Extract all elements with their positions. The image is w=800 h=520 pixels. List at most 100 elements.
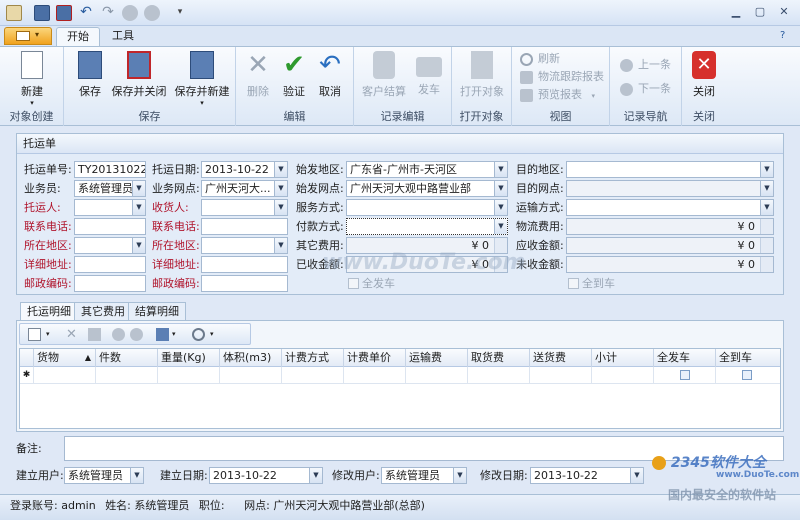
save-button[interactable]: 保存: [74, 51, 106, 99]
chevron-down-icon[interactable]: ▼: [130, 468, 143, 483]
delete-icon[interactable]: ✕: [66, 328, 79, 341]
grid-cell[interactable]: [344, 367, 406, 384]
help-icon[interactable]: ?: [780, 30, 785, 41]
column-header[interactable]: 重量(Kg): [158, 349, 220, 367]
receivable-field[interactable]: ¥ 0: [566, 237, 774, 254]
tab-settlement-detail[interactable]: 结算明细: [128, 302, 186, 320]
save-icon[interactable]: [156, 328, 169, 341]
chevron-down-icon[interactable]: ▼: [760, 162, 773, 177]
column-header[interactable]: 计费单价: [344, 349, 406, 367]
chevron-down-icon[interactable]: ▾: [46, 328, 59, 341]
tab-home[interactable]: 开始: [56, 27, 100, 46]
grid-cell[interactable]: [282, 367, 344, 384]
track-report-button[interactable]: 物流跟踪报表: [520, 69, 604, 85]
customize-qa-icon[interactable]: ▾: [172, 5, 188, 21]
column-header[interactable]: 体积(m3): [220, 349, 282, 367]
new-button[interactable]: 新建 ▾: [14, 51, 50, 107]
created-by-select[interactable]: 系统管理员 ▼: [64, 467, 144, 484]
spin-icon[interactable]: [760, 219, 773, 234]
up-icon[interactable]: [122, 5, 138, 21]
prev-button[interactable]: 上一条: [620, 57, 671, 73]
chevron-down-icon[interactable]: ▼: [274, 162, 287, 177]
all-shipped-row-checkbox[interactable]: [680, 370, 690, 380]
save-new-button[interactable]: 保存并新建 ▾: [172, 51, 232, 107]
next-button[interactable]: 下一条: [620, 81, 671, 97]
new-row-icon[interactable]: [28, 328, 41, 341]
cancel-button[interactable]: ↶ 取消: [314, 51, 346, 99]
column-header[interactable]: 取货费: [468, 349, 530, 367]
transport-mode-select[interactable]: ▼: [566, 199, 774, 216]
spin-icon[interactable]: [760, 238, 773, 253]
created-date-select[interactable]: 2013-10-22 ▼: [209, 467, 323, 484]
dest-region-select[interactable]: ▼: [566, 161, 774, 178]
all-arrived-row-checkbox[interactable]: [742, 370, 752, 380]
all-arrived-checkbox[interactable]: 全到车: [568, 277, 615, 291]
chevron-down-icon[interactable]: ▼: [760, 181, 773, 196]
ship-button[interactable]: 发车: [412, 51, 446, 97]
save-icon[interactable]: [34, 5, 50, 21]
chevron-down-icon[interactable]: ▼: [453, 468, 466, 483]
ship-region-select[interactable]: 广东省-广州市-天河区 ▼: [346, 161, 508, 178]
chevron-down-icon[interactable]: ▼: [274, 238, 287, 253]
consignee-phone-field[interactable]: [201, 218, 288, 235]
logistics-fee-field[interactable]: ¥ 0: [566, 218, 774, 235]
column-header[interactable]: 全发车: [654, 349, 716, 367]
ship-point-select[interactable]: 广州天河大观中路营业部 ▼: [346, 180, 508, 197]
chevron-down-icon[interactable]: ▾: [172, 328, 185, 341]
app-menu-button[interactable]: ▾: [4, 27, 52, 45]
column-header[interactable]: 全到车: [716, 349, 780, 367]
customer-settle-button[interactable]: 客户结算: [360, 51, 408, 99]
column-header[interactable]: 件数: [96, 349, 158, 367]
sales-point-select[interactable]: 广州天河大... ▼: [201, 180, 288, 197]
order-date-select[interactable]: 2013-10-22 ▼: [201, 161, 288, 178]
dest-point-select[interactable]: ▼: [566, 180, 774, 197]
grid-cell[interactable]: [592, 367, 654, 384]
chevron-down-icon[interactable]: ▼: [494, 162, 507, 177]
open-object-button[interactable]: 打开对象: [458, 51, 506, 99]
shipper-zip-field[interactable]: [74, 275, 146, 292]
column-header[interactable]: 计费方式: [282, 349, 344, 367]
refresh-button[interactable]: 刷新: [520, 51, 560, 67]
delete-button[interactable]: ✕ 删除: [242, 51, 274, 99]
modified-by-select[interactable]: 系统管理员 ▼: [381, 467, 467, 484]
grid-cell[interactable]: [654, 367, 716, 384]
grid-cell[interactable]: [716, 367, 780, 384]
undo-icon[interactable]: ↶: [78, 5, 94, 21]
chevron-down-icon[interactable]: ▼: [132, 181, 145, 196]
chevron-down-icon[interactable]: ▼: [630, 468, 643, 483]
restore-icon[interactable]: ▢: [750, 4, 770, 20]
grid-cell[interactable]: [158, 367, 220, 384]
tab-waybill-detail[interactable]: 托运明细: [20, 302, 78, 321]
column-header[interactable]: 小计: [592, 349, 654, 367]
consignee-zip-field[interactable]: [201, 275, 288, 292]
close-icon[interactable]: ✕: [774, 4, 794, 20]
modified-date-select[interactable]: 2013-10-22 ▼: [530, 467, 644, 484]
chevron-down-icon[interactable]: ▼: [760, 200, 773, 215]
tab-other-fees[interactable]: 其它费用: [74, 302, 132, 320]
chevron-down-icon[interactable]: ▼: [132, 238, 145, 253]
table-row[interactable]: ✱: [20, 367, 780, 384]
copy-icon[interactable]: [88, 328, 101, 341]
all-shipped-checkbox[interactable]: 全发车: [348, 277, 395, 291]
validate-button[interactable]: ✔ 验证: [278, 51, 310, 99]
chevron-down-icon[interactable]: ▼: [494, 181, 507, 196]
chevron-down-icon[interactable]: ▼: [274, 200, 287, 215]
tab-tools[interactable]: 工具: [102, 27, 144, 46]
column-header[interactable]: 运输费: [406, 349, 468, 367]
save-close-button[interactable]: 保存并关闭: [110, 51, 168, 99]
consignee-select[interactable]: ▼: [201, 199, 288, 216]
chevron-down-icon[interactable]: ▾: [210, 328, 223, 341]
save-close-icon[interactable]: [56, 5, 72, 21]
minimize-icon[interactable]: ▁: [726, 4, 746, 20]
down-icon[interactable]: [130, 328, 143, 341]
column-header[interactable]: 送货费: [530, 349, 592, 367]
order-no-field[interactable]: TY201310220: [74, 161, 146, 178]
chevron-down-icon[interactable]: ▼: [132, 200, 145, 215]
grid-cell[interactable]: [96, 367, 158, 384]
consignee-region-select[interactable]: ▼: [201, 237, 288, 254]
close-button[interactable]: ✕ 关闭: [688, 51, 720, 99]
unreceived-field[interactable]: ¥ 0: [566, 256, 774, 273]
pay-mode-select[interactable]: ▼: [346, 218, 508, 235]
consignee-addr-field[interactable]: [201, 256, 288, 273]
shipper-phone-field[interactable]: [74, 218, 146, 235]
